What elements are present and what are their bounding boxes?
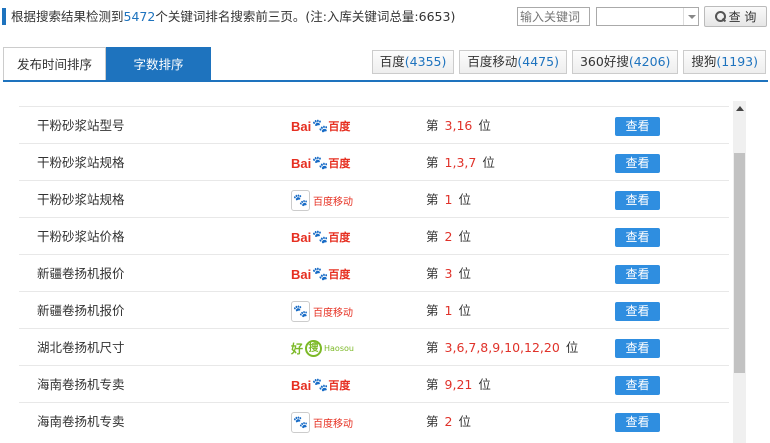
baidu-logo: Bai 🐾 百度: [291, 118, 351, 134]
keyword-text: 新疆卷扬机报价: [37, 266, 125, 281]
rank-text: 第 9,21 位: [426, 377, 491, 392]
summary-suffix: 个关键词排名搜索前三页。(注:入库关键词总量:6653): [155, 9, 456, 24]
baidu-logo: Bai 🐾 百度: [291, 229, 351, 245]
rank-text: 第3位: [426, 266, 471, 281]
table-row: 干粉砂浆站型号 Bai 🐾 百度 第 3,16 位 查看: [19, 106, 729, 143]
baidu-logo: Bai 🐾 百度: [291, 155, 351, 171]
paw-icon: 🐾: [291, 189, 310, 211]
table-row: 新疆卷扬机报价 Bai 🐾 百度 第3位 查看: [19, 254, 729, 291]
engine-select[interactable]: [596, 7, 699, 26]
summary-count: 5472: [123, 9, 156, 24]
engine-360[interactable]: 360好搜(4206): [571, 50, 679, 74]
engine-logo: 🐾 百度移动: [291, 300, 353, 322]
summary-text: 根据搜索结果检测到5472个关键词排名搜索前三页。(注:入库关键词总量:6653…: [11, 8, 455, 25]
engine-logo: Bai 🐾 百度: [291, 374, 350, 396]
paw-icon: 🐾: [291, 300, 310, 322]
engine-logo: Bai 🐾 百度: [291, 152, 350, 174]
engine-logo: 🐾 百度移动: [291, 411, 353, 433]
paw-icon: 🐾: [291, 411, 310, 433]
rank-positions: 9,21: [444, 377, 473, 392]
table-row: 海南卷扬机专卖 Bai 🐾 百度 第 9,21 位 查看: [19, 365, 729, 402]
paw-icon: 🐾: [312, 118, 329, 133]
rank-text: 第1位: [426, 192, 471, 207]
paw-icon: 🐾: [312, 155, 329, 170]
rank-text: 第 1,3,7 位: [426, 155, 495, 170]
summary-bar: 根据搜索结果检测到5472个关键词排名搜索前三页。(注:入库关键词总量:6653…: [0, 0, 770, 34]
keyword-text: 干粉砂浆站型号: [37, 118, 125, 133]
rank-positions: 1,3,7: [444, 155, 477, 170]
keyword-text: 干粉砂浆站规格: [37, 192, 125, 207]
scrollbar[interactable]: [733, 101, 746, 443]
view-button[interactable]: 查看: [615, 117, 660, 136]
rank-text: 第 3,6,7,8,9,10,12,20 位: [426, 340, 579, 355]
scrollbar-thumb[interactable]: [734, 153, 745, 373]
keyword-text: 湖北卷扬机尺寸: [37, 340, 125, 355]
search-button[interactable]: 查 询: [704, 6, 767, 27]
baidu-logo: Bai 🐾 百度: [291, 377, 351, 393]
rank-text: 第2位: [426, 229, 471, 244]
view-button[interactable]: 查看: [615, 228, 660, 247]
rank-text: 第1位: [426, 303, 471, 318]
view-button[interactable]: 查看: [615, 339, 660, 358]
engine-filter: 百度(4355) 百度移动(4475) 360好搜(4206) 搜狗(1193): [371, 50, 766, 74]
table-row: 干粉砂浆站规格 Bai 🐾 百度 第 1,3,7 位 查看: [19, 143, 729, 180]
engine-sogou[interactable]: 搜狗(1193): [683, 50, 766, 74]
keyword-list: 干粉砂浆站型号 Bai 🐾 百度 第 3,16 位 查看 干粉砂浆站规格 Bai 🐾 百度 …: [19, 106, 729, 439]
table-row: 湖北卷扬机尺寸 好搜 Haosou 第 3,6,7,8,9,10,12,20 位 查看: [19, 328, 729, 365]
keyword-text: 海南卷扬机专卖: [37, 377, 125, 392]
accent-bar: [2, 8, 6, 25]
view-button[interactable]: 查看: [615, 191, 660, 210]
keyword-input[interactable]: [517, 7, 590, 26]
rank-positions: 2: [444, 414, 453, 429]
keyword-text: 干粉砂浆站规格: [37, 155, 125, 170]
paw-icon: 🐾: [312, 266, 329, 281]
rank-text: 第2位: [426, 414, 471, 429]
baidu-mobile-logo: 🐾 百度移动: [291, 300, 353, 322]
engine-logo: Bai 🐾 百度: [291, 115, 350, 137]
sort-tabs: 发布时间排序 字数排序: [3, 47, 211, 81]
table-row: 新疆卷扬机报价 🐾 百度移动 第1位 查看: [19, 291, 729, 328]
engine-baidu-mobile[interactable]: 百度移动(4475): [459, 50, 567, 74]
view-button[interactable]: 查看: [615, 413, 660, 432]
keyword-text: 海南卷扬机专卖: [37, 414, 125, 429]
summary-prefix: 根据搜索结果检测到: [11, 9, 124, 24]
view-button[interactable]: 查看: [615, 154, 660, 173]
view-button[interactable]: 查看: [615, 302, 660, 321]
tab-word-count[interactable]: 字数排序: [106, 47, 211, 81]
engine-logo: 🐾 百度移动: [291, 189, 353, 211]
baidu-mobile-logo: 🐾 百度移动: [291, 411, 353, 433]
scroll-up-icon[interactable]: [733, 101, 746, 116]
table-row: 干粉砂浆站规格 🐾 百度移动 第1位 查看: [19, 180, 729, 217]
baidu-mobile-logo: 🐾 百度移动: [291, 189, 353, 211]
view-button[interactable]: 查看: [615, 376, 660, 395]
tab-underline: [3, 80, 768, 82]
view-button[interactable]: 查看: [615, 265, 660, 284]
paw-icon: 🐾: [312, 229, 329, 244]
table-row: 干粉砂浆站价格 Bai 🐾 百度 第2位 查看: [19, 217, 729, 254]
rank-positions: 3,16: [444, 118, 473, 133]
rank-positions: 2: [444, 229, 453, 244]
baidu-logo: Bai 🐾 百度: [291, 266, 351, 282]
haosou-logo: 好搜 Haosou: [291, 339, 354, 357]
search-button-label: 查 询: [728, 10, 757, 24]
engine-logo: Bai 🐾 百度: [291, 226, 350, 248]
engine-logo: 好搜 Haosou: [291, 337, 354, 359]
chevron-down-icon[interactable]: [683, 8, 698, 25]
engine-baidu[interactable]: 百度(4355): [371, 50, 455, 74]
rank-positions: 1: [444, 303, 453, 318]
paw-icon: 🐾: [312, 377, 329, 392]
keyword-text: 新疆卷扬机报价: [37, 303, 125, 318]
tab-publish-time[interactable]: 发布时间排序: [3, 47, 106, 81]
engine-logo: Bai 🐾 百度: [291, 263, 350, 285]
rank-positions: 3,6,7,8,9,10,12,20: [444, 340, 560, 355]
rank-positions: 1: [444, 192, 453, 207]
keyword-text: 干粉砂浆站价格: [37, 229, 125, 244]
rank-text: 第 3,16 位: [426, 118, 491, 133]
rank-positions: 3: [444, 266, 453, 281]
table-row: 海南卷扬机专卖 🐾 百度移动 第2位 查看: [19, 402, 729, 439]
search-icon: [714, 11, 726, 22]
